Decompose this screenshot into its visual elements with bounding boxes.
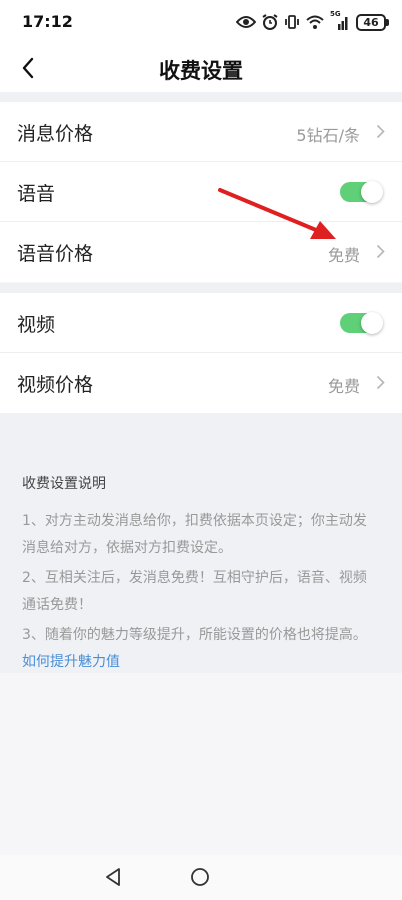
message-price-row[interactable]: 消息价格 5钻石/条 [0, 102, 402, 162]
message-price-label: 消息价格 [17, 123, 94, 145]
eye-icon [236, 16, 256, 28]
video-row: 视频 [0, 293, 402, 353]
voice-row: 语音 [0, 162, 402, 222]
fee-description-item-text: 3、随着你的魅力等级提升，所能设置的价格也将提高。 [22, 627, 367, 643]
fee-description-item: 1、对方主动发消息给你，扣费依据本页设定；你主动发消息给对方，依据对方扣费设定。 [22, 513, 367, 556]
video-toggle-knob [361, 312, 383, 334]
voice-label: 语音 [17, 183, 56, 205]
nav-home-icon[interactable] [190, 867, 210, 887]
section-gap [0, 283, 402, 293]
settings-group-video: 视频 视频价格 免费 [0, 293, 402, 413]
status-time: 17:12 [22, 12, 73, 31]
battery-icon: 46 [356, 13, 389, 31]
voice-price-label: 语音价格 [17, 243, 94, 265]
fee-description-title: 收费设置说明 [22, 476, 106, 492]
voice-toggle[interactable] [340, 181, 383, 203]
chevron-right-icon [376, 375, 385, 390]
section-gap [0, 92, 402, 102]
voice-price-value: 免费 [327, 246, 360, 265]
vibrate-icon [285, 15, 299, 29]
wifi-icon [306, 15, 324, 29]
nav-back-icon[interactable] [104, 867, 124, 887]
video-label: 视频 [17, 314, 56, 336]
status-bar: 17:12 5G 46 [0, 0, 402, 44]
video-price-row[interactable]: 视频价格 免费 [0, 353, 402, 413]
page-title: 收费设置 [159, 59, 243, 83]
signal-icon: 5G [330, 10, 350, 30]
voice-price-row[interactable]: 语音价格 免费 [0, 222, 402, 282]
fee-description-item: 3、随着你的魅力等级提升，所能设置的价格也将提高。如何提升魅力值 [22, 622, 380, 676]
fee-description-item: 2、互相关注后，发消息免费！互相守护后，语音、视频通话免费！ [22, 570, 367, 613]
video-toggle[interactable] [340, 312, 383, 334]
voice-toggle-knob [361, 181, 383, 203]
chevron-right-icon [376, 244, 385, 259]
system-nav-bar [0, 855, 402, 900]
status-icons: 5G 46 [236, 10, 389, 32]
video-price-value: 免费 [327, 377, 360, 396]
charm-help-link[interactable]: 如何提升魅力值 [22, 654, 120, 670]
fee-description: 收费设置说明 1、对方主动发消息给你，扣费依据本页设定；你主动发消息给对方，依据… [0, 413, 402, 673]
settings-group-message-voice: 消息价格 5钻石/条 语音 语音价格 免费 [0, 102, 402, 282]
alarm-icon [262, 14, 278, 30]
nav-bar: 收费设置 [0, 44, 402, 92]
chevron-right-icon [376, 124, 385, 139]
video-price-label: 视频价格 [17, 374, 94, 396]
annotation-arrow-icon [218, 188, 336, 239]
message-price-value: 5钻石/条 [296, 126, 360, 145]
